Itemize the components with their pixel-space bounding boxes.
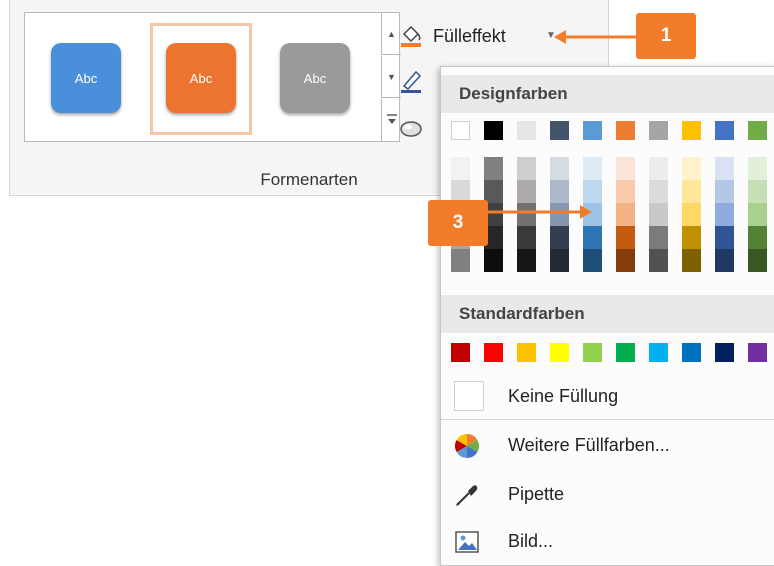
standard-color-swatch[interactable] xyxy=(682,343,701,362)
theme-color-swatch[interactable] xyxy=(682,121,701,140)
shape-style-blue[interactable]: Abc xyxy=(51,43,121,113)
shape-styles-gallery: Abc Abc Abc ▲ ▼ xyxy=(24,12,401,142)
theme-shade-swatch[interactable] xyxy=(682,249,701,272)
theme-shade-swatch[interactable] xyxy=(550,226,569,249)
theme-shade-swatch[interactable] xyxy=(649,180,668,203)
standard-color-swatch[interactable] xyxy=(616,343,635,362)
theme-shade-swatch[interactable] xyxy=(616,180,635,203)
theme-shade-swatch[interactable] xyxy=(451,249,470,272)
theme-shade-swatch[interactable] xyxy=(517,157,536,180)
theme-shade-swatch[interactable] xyxy=(682,203,701,226)
theme-color-swatch[interactable] xyxy=(484,121,503,140)
no-fill-item[interactable]: Keine Füllung xyxy=(441,375,774,417)
theme-shade-swatch[interactable] xyxy=(550,157,569,180)
theme-color-swatch[interactable] xyxy=(715,121,734,140)
standard-color-swatch[interactable] xyxy=(748,343,767,362)
design-colors-heading: Designfarben xyxy=(441,75,774,113)
theme-color-swatch[interactable] xyxy=(451,121,470,140)
theme-color-swatch[interactable] xyxy=(583,121,602,140)
theme-color-swatch[interactable] xyxy=(517,121,536,140)
theme-shade-swatch[interactable] xyxy=(616,157,635,180)
theme-shade-swatch[interactable] xyxy=(748,249,767,272)
standard-color-swatch[interactable] xyxy=(550,343,569,362)
theme-shade-swatch[interactable] xyxy=(649,226,668,249)
standard-color-swatch[interactable] xyxy=(583,343,602,362)
callout-arrow-3 xyxy=(486,205,592,219)
theme-shade-swatch[interactable] xyxy=(748,180,767,203)
standard-color-swatch[interactable] xyxy=(715,343,734,362)
theme-shade-swatch[interactable] xyxy=(583,157,602,180)
shape-fill-dropdown: Designfarben Standardfarben Keine Füllun… xyxy=(440,66,774,566)
theme-shade-swatch[interactable] xyxy=(682,180,701,203)
shape-effects-icon[interactable] xyxy=(398,115,424,141)
pen-outline-icon[interactable] xyxy=(398,68,424,94)
theme-shade-swatch[interactable] xyxy=(715,249,734,272)
shape-style-gray[interactable]: Abc xyxy=(280,43,350,113)
picture-fill-label: Bild... xyxy=(508,531,554,551)
standard-color-swatch[interactable] xyxy=(484,343,503,362)
theme-color-swatch[interactable] xyxy=(616,121,635,140)
shape-style-label: Abc xyxy=(303,70,327,86)
theme-shade-swatch[interactable] xyxy=(682,226,701,249)
eyedropper-label: Pipette xyxy=(508,484,565,504)
more-icon xyxy=(386,114,397,124)
theme-shade-swatch[interactable] xyxy=(517,226,536,249)
picture-icon xyxy=(453,528,481,556)
theme-shade-swatch[interactable] xyxy=(484,157,503,180)
no-fill-label: Keine Füllung xyxy=(508,386,619,406)
standard-color-swatch[interactable] xyxy=(451,343,470,362)
theme-shade-swatch[interactable] xyxy=(583,249,602,272)
theme-shade-swatch[interactable] xyxy=(616,226,635,249)
theme-shade-swatch[interactable] xyxy=(649,157,668,180)
theme-shade-swatch[interactable] xyxy=(649,203,668,226)
callout-arrow-1 xyxy=(554,30,640,44)
menu-separator xyxy=(441,419,774,420)
standard-colors-heading: Standardfarben xyxy=(441,295,774,333)
theme-shade-swatch[interactable] xyxy=(715,180,734,203)
shape-style-label: Abc xyxy=(74,70,98,86)
more-fill-colors-item[interactable]: Weitere Füllfarben... xyxy=(441,424,774,466)
standard-color-swatch[interactable] xyxy=(517,343,536,362)
shape-fill-button[interactable]: Fülleffekt xyxy=(433,26,506,47)
theme-shade-swatch[interactable] xyxy=(649,249,668,272)
no-fill-icon xyxy=(454,381,484,411)
theme-shade-swatch[interactable] xyxy=(583,226,602,249)
picture-fill-item[interactable]: Bild... xyxy=(441,520,774,562)
theme-color-swatch[interactable] xyxy=(649,121,668,140)
eyedropper-item[interactable]: Pipette xyxy=(441,473,774,515)
callout-badge-3: 3 xyxy=(428,200,488,246)
theme-shade-swatch[interactable] xyxy=(748,226,767,249)
shape-style-label: Abc xyxy=(189,70,213,86)
theme-shade-swatch[interactable] xyxy=(550,249,569,272)
theme-shade-swatch[interactable] xyxy=(616,203,635,226)
eyedropper-icon xyxy=(453,481,481,509)
fill-bucket-icon[interactable] xyxy=(398,22,424,48)
more-fill-colors-label: Weitere Füllfarben... xyxy=(508,435,670,455)
theme-shade-swatch[interactable] xyxy=(748,157,767,180)
theme-shade-swatch[interactable] xyxy=(715,226,734,249)
theme-shade-swatch[interactable] xyxy=(682,157,701,180)
theme-shade-swatch[interactable] xyxy=(451,157,470,180)
theme-shade-swatch[interactable] xyxy=(517,249,536,272)
theme-shade-swatch[interactable] xyxy=(616,249,635,272)
standard-color-swatch[interactable] xyxy=(649,343,668,362)
theme-color-swatch[interactable] xyxy=(550,121,569,140)
callout-badge-1: 1 xyxy=(636,13,696,59)
theme-shade-swatch[interactable] xyxy=(715,157,734,180)
theme-shade-swatch[interactable] xyxy=(715,203,734,226)
theme-shade-swatch[interactable] xyxy=(484,249,503,272)
theme-color-swatch[interactable] xyxy=(748,121,767,140)
shape-style-orange[interactable]: Abc xyxy=(166,43,236,113)
color-wheel-icon xyxy=(453,432,481,460)
theme-shade-swatch[interactable] xyxy=(748,203,767,226)
